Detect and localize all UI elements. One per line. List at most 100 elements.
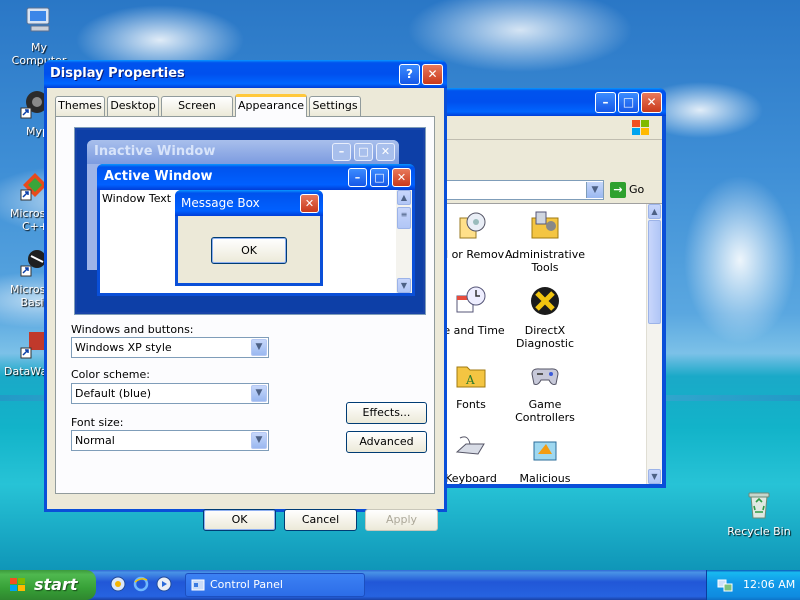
- standard-toolbar: [444, 140, 662, 176]
- scroll-thumb[interactable]: [648, 220, 661, 324]
- my-computer-icon: [26, 7, 50, 32]
- desktop-icon-my-computer[interactable]: My Computer: [4, 4, 74, 67]
- start-label: start: [34, 575, 78, 594]
- cp-item-label: Game Controllers: [515, 398, 575, 424]
- tab-appearance[interactable]: Appearance: [235, 94, 307, 117]
- close-button[interactable]: ✕: [641, 92, 662, 113]
- clock[interactable]: 12:06 AM: [743, 578, 795, 591]
- preview-active-title: Active Window: [104, 169, 213, 184]
- menu-bar: [444, 116, 662, 140]
- chevron-down-icon[interactable]: ▼: [251, 385, 267, 402]
- malicious-removal-tool-icon: [533, 441, 557, 461]
- maximize-icon: □: [354, 143, 373, 161]
- desktop: My Computer Myp Microsoft C++ Microsoft …: [0, 0, 800, 570]
- directx-icon: [531, 287, 559, 315]
- tab-screen-saver[interactable]: Screen Saver: [161, 96, 233, 130]
- windows-buttons-label: Windows and buttons:: [71, 323, 194, 336]
- chevron-down-icon[interactable]: ▼: [586, 182, 603, 198]
- tab-settings[interactable]: Settings: [309, 96, 361, 116]
- scroll-down-icon[interactable]: ▼: [648, 469, 661, 484]
- control-panel-titlebar[interactable]: – □ ✕: [440, 88, 666, 116]
- color-scheme-select[interactable]: Default (blue) ▼: [71, 383, 269, 404]
- maximize-button[interactable]: □: [618, 92, 639, 113]
- cp-item-label: Malicious Removal Tool: [519, 472, 571, 484]
- close-icon: ✕: [392, 168, 411, 187]
- close-icon: ✕: [376, 143, 395, 161]
- preview-message-box: Message Box ✕ OK: [175, 190, 323, 286]
- preview-window-text: Window Text: [102, 192, 172, 205]
- preview-inactive-title: Inactive Window: [94, 144, 216, 159]
- recycle-bin-icon: [748, 492, 770, 519]
- dialog-title: Display Properties: [50, 66, 185, 81]
- network-icon[interactable]: [717, 577, 733, 593]
- windows-buttons-value: Windows XP style: [75, 341, 172, 354]
- taskbar: start Control Panel 12:06 AM: [0, 570, 800, 600]
- go-label: Go: [629, 183, 645, 196]
- apply-button[interactable]: Apply: [365, 509, 438, 531]
- go-arrow-icon: →: [610, 182, 626, 198]
- preview-ok-button: OK: [211, 237, 287, 264]
- display-properties-dialog: Display Properties ? ✕ Themes Desktop Sc…: [44, 60, 447, 531]
- show-desktop-icon[interactable]: [110, 576, 126, 592]
- chevron-down-icon[interactable]: ▼: [251, 432, 267, 449]
- help-button[interactable]: ?: [399, 64, 420, 85]
- control-panel-window: – □ ✕ ▼ →Go Add or Remov… Administrative…: [440, 88, 666, 488]
- tab-themes[interactable]: Themes: [55, 96, 105, 116]
- administrative-tools-icon: [531, 211, 559, 239]
- cp-item-administrative-tools[interactable]: Administrative Tools: [500, 208, 590, 274]
- preview-scrollbar: ▲ ≡ ▼: [396, 190, 412, 293]
- control-panel-items: Add or Remov… Administrative Tools ce an…: [444, 204, 646, 484]
- preview-message-title: Message Box: [181, 196, 260, 210]
- windows-logo-icon: [632, 120, 649, 135]
- taskbar-item-control-panel[interactable]: Control Panel: [185, 573, 365, 597]
- cp-item-game-controllers[interactable]: Game Controllers: [500, 358, 590, 424]
- font-size-select[interactable]: Normal ▼: [71, 430, 269, 451]
- scroll-down-icon: ▼: [397, 278, 411, 293]
- cp-item-malicious-removal[interactable]: Malicious Removal Tool: [500, 432, 590, 484]
- scroll-thumb: ≡: [397, 207, 411, 229]
- dialog-body: Themes Desktop Screen Saver Appearance S…: [47, 88, 444, 531]
- cp-item-label: Administrative Tools: [504, 248, 586, 274]
- go-button[interactable]: → Go: [610, 182, 644, 198]
- keyboard-icon: [455, 436, 485, 455]
- font-size-label: Font size:: [71, 416, 124, 429]
- appearance-panel: Inactive Window – □ ✕ Active Window – □: [55, 116, 435, 494]
- fonts-folder-icon: A: [456, 366, 486, 388]
- desktop-icon-label: Recycle Bin: [727, 525, 791, 538]
- maximize-icon: □: [370, 168, 389, 187]
- effects-button[interactable]: Effects...: [346, 402, 427, 424]
- color-scheme-value: Default (blue): [75, 387, 152, 400]
- close-icon: ✕: [300, 194, 319, 213]
- media-player-icon[interactable]: [156, 576, 172, 592]
- windows-flag-icon: [10, 578, 25, 591]
- scroll-up-icon[interactable]: ▲: [648, 204, 661, 219]
- minimize-icon: –: [332, 143, 351, 161]
- close-button[interactable]: ✕: [422, 64, 443, 85]
- scroll-up-icon: ▲: [397, 190, 411, 205]
- control-panel-icon: [191, 579, 205, 591]
- minimize-button[interactable]: –: [595, 92, 616, 113]
- advanced-button[interactable]: Advanced: [346, 431, 427, 453]
- chevron-down-icon[interactable]: ▼: [251, 339, 267, 356]
- cancel-button[interactable]: Cancel: [284, 509, 357, 531]
- control-panel-body: ▼ →Go Add or Remov… Administrative Tools…: [444, 116, 662, 484]
- vertical-scrollbar[interactable]: ▲ ▼: [646, 204, 662, 484]
- add-remove-programs-icon: [459, 212, 486, 239]
- color-scheme-label: Color scheme:: [71, 368, 150, 381]
- date-time-icon: [456, 286, 486, 313]
- cp-item-label: DirectX Diagnostic: [515, 324, 575, 350]
- internet-explorer-icon[interactable]: [133, 576, 149, 592]
- minimize-icon: –: [348, 168, 367, 187]
- preview-desktop: Inactive Window – □ ✕ Active Window – □: [77, 130, 423, 312]
- taskbar-item-label: Control Panel: [210, 578, 283, 591]
- tab-desktop[interactable]: Desktop: [107, 96, 159, 116]
- start-button[interactable]: start: [0, 570, 96, 600]
- ok-button[interactable]: OK: [203, 509, 276, 531]
- svg-text:A: A: [465, 373, 475, 387]
- game-controller-icon: [531, 368, 559, 385]
- desktop-icon-recycle-bin[interactable]: Recycle Bin: [724, 488, 794, 538]
- dialog-titlebar[interactable]: Display Properties ? ✕: [44, 60, 447, 88]
- windows-buttons-select[interactable]: Windows XP style ▼: [71, 337, 269, 358]
- address-input[interactable]: ▼: [444, 180, 604, 200]
- cp-item-directx[interactable]: DirectX Diagnostic: [500, 284, 590, 350]
